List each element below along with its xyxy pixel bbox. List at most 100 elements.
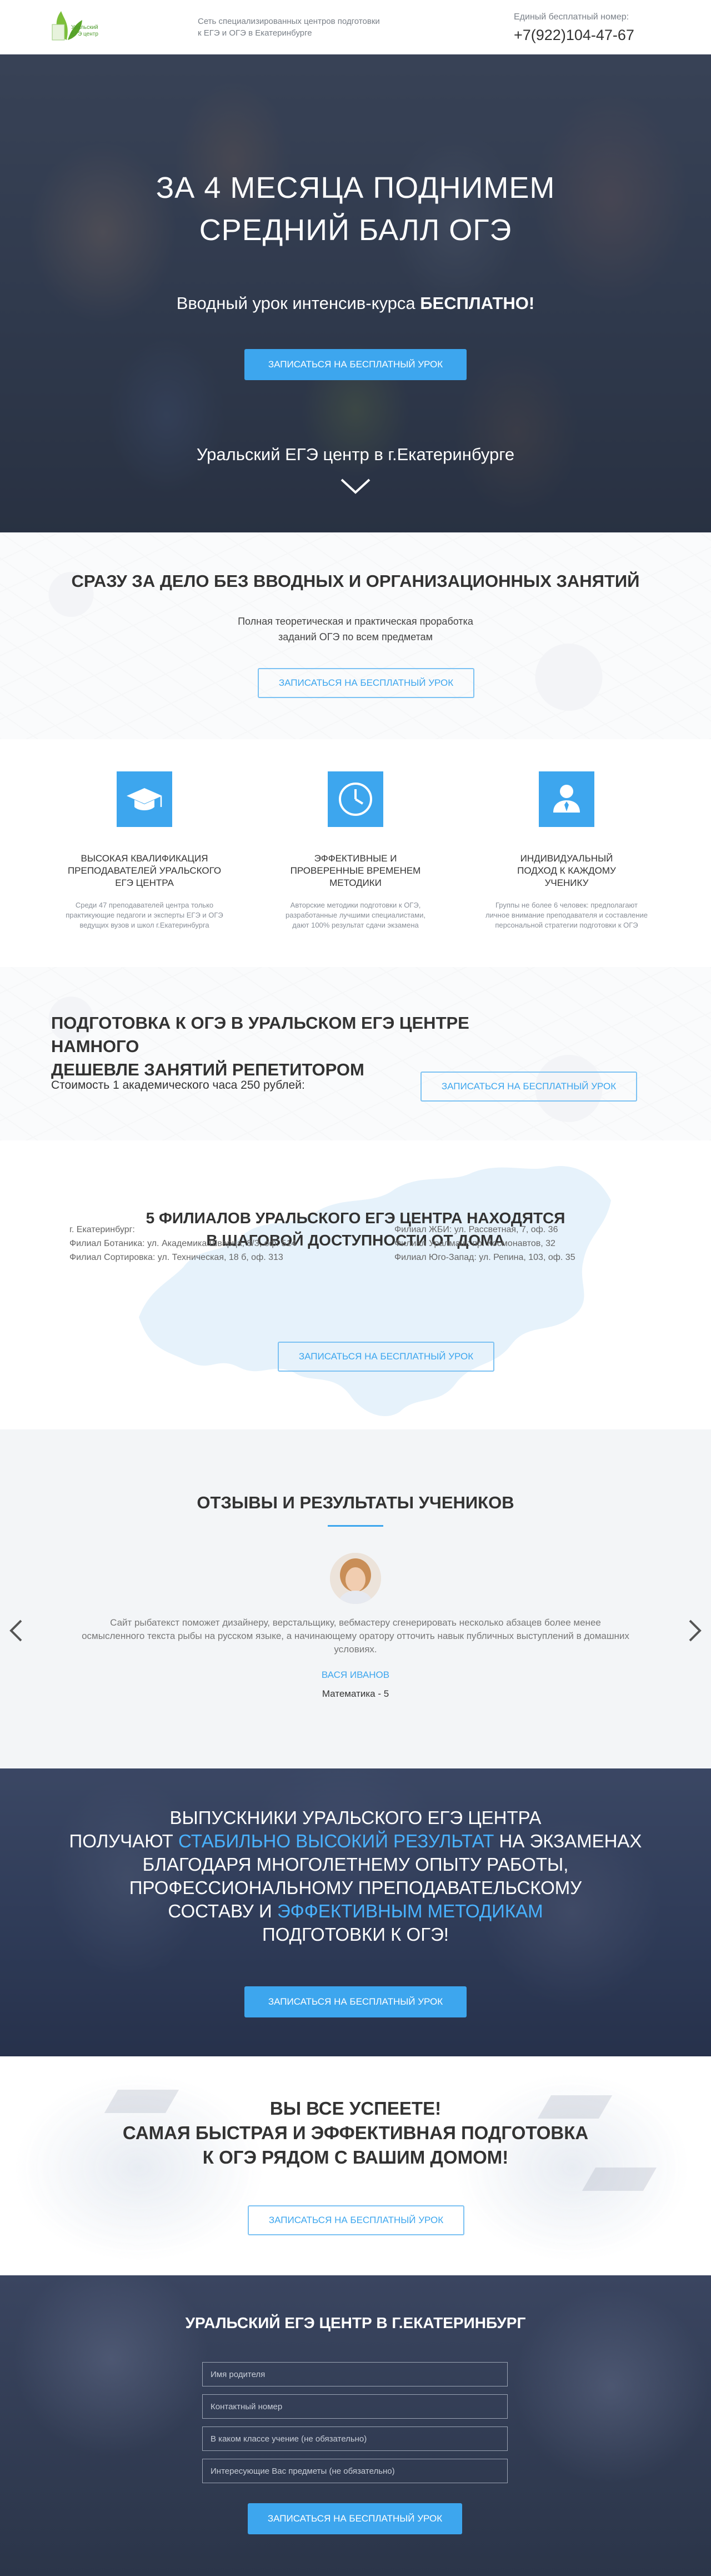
feature-text-line: ведущих вузов и школ г.Екатеринбурга xyxy=(79,921,209,929)
feature-title-line: Высокая квалификация xyxy=(81,853,208,864)
branch-item: Филиал Уралмаш: пр. Космонавтов, 32 xyxy=(394,1239,555,1248)
parent-name-field[interactable] xyxy=(202,2362,508,2386)
features-section: Высокая квалификация преподавателей Урал… xyxy=(0,739,711,967)
avatar-photo xyxy=(330,1553,381,1604)
feature-title-line: методики xyxy=(329,878,382,888)
signup-button[interactable]: Записаться на бесплатный урок xyxy=(420,1072,637,1102)
section-text-line: заданий ОГЭ по всем предметам xyxy=(278,631,433,642)
feature-text-line: личное внимание преподавателя и составле… xyxy=(485,911,648,919)
feature-methods: Эффективные и проверенные временем метод… xyxy=(267,771,444,930)
feature-title: Эффективные и проверенные временем метод… xyxy=(267,853,444,889)
chevron-down-icon[interactable] xyxy=(340,478,371,495)
section-title: СРАЗУ ЗА ДЕЛО БЕЗ ВВОДНЫХ И ОРГАНИЗАЦИОН… xyxy=(71,571,640,591)
feature-title-line: ЕГЭ центра xyxy=(115,878,174,888)
feature-text-line: персональной стратегии подготовки к ОГЭ xyxy=(495,921,638,929)
graduates-text: ВЫПУСКНИКИ УРАЛЬСКОГО ЕГЭ ЦЕНТРА ПОЛУЧАЮ… xyxy=(0,1806,711,1946)
chevron-left-icon[interactable] xyxy=(8,1618,24,1643)
feature-title: Высокая квалификация преподавателей Урал… xyxy=(56,853,233,889)
hero-subtitle: Вводный урок интенсив-курса БЕСПЛАТНО! xyxy=(0,293,711,313)
tagline-line: к ЕГЭ и ОГЭ в Екатеринбурге xyxy=(198,28,312,38)
signup-button[interactable]: Записаться на бесплатный урок xyxy=(258,668,474,698)
subjects-field[interactable] xyxy=(202,2459,508,2483)
graduates-text-plain: НА ЭКЗАМЕНАХ xyxy=(494,1831,642,1851)
reviewer-result: Математика - 5 xyxy=(322,1688,389,1699)
feature-text-line: Группы не более 6 человек: предполагают xyxy=(495,901,638,909)
hero-title-line: ЗА 4 МЕСЯЦА ПОДНИМЕМ xyxy=(156,171,555,205)
avatar xyxy=(330,1553,381,1604)
section-title-line: ПОДГОТОВКА К ОГЭ В УРАЛЬСКОМ ЕГЭ ЦЕНТРЕ … xyxy=(51,1013,469,1056)
cta-title-line: К ОГЭ РЯДОМ С ВАШИМ ДОМОМ! xyxy=(202,2147,509,2168)
logo[interactable]: Уральский ЕГЭ центр xyxy=(43,6,116,49)
feature-qualification: Высокая квалификация преподавателей Урал… xyxy=(56,771,233,930)
graduates-section: ВЫПУСКНИКИ УРАЛЬСКОГО ЕГЭ ЦЕНТРА ПОЛУЧАЮ… xyxy=(0,1768,711,2056)
class-field[interactable] xyxy=(202,2426,508,2451)
hero-city: Уральский ЕГЭ центр в г.Екатеринбурге xyxy=(196,445,515,464)
chevron-right-icon[interactable] xyxy=(687,1618,703,1643)
title-underline xyxy=(328,1525,383,1527)
graduates-text-plain: ПОЛУЧАЮТ xyxy=(69,1831,178,1851)
site-header: Уральский ЕГЭ центр Сеть специализирован… xyxy=(0,0,711,54)
feature-text-line: практикующие педагоги и эксперты ЕГЭ и О… xyxy=(66,911,223,919)
review-text-line: Сайт рыбатекст поможет дизайнеру, верста… xyxy=(110,1617,601,1628)
feature-title-line: Индивидуальный xyxy=(520,853,613,864)
logo-text-line: ЕГЭ центр xyxy=(71,31,98,37)
tagline-line: Сеть специализированных центров подготов… xyxy=(198,17,380,26)
hero-subtitle-text: Вводный урок интенсив-курса xyxy=(176,293,420,313)
feature-title-line: проверенные временем xyxy=(290,865,421,876)
hero-subtitle-strong: БЕСПЛАТНО! xyxy=(420,293,535,313)
graduates-line: СОСТАВУ И ЭФФЕКТИВНЫМ МЕТОДИКАМ xyxy=(0,1900,711,1923)
feature-text: Авторские методики подготовки к ОГЭ, раз… xyxy=(267,900,444,930)
graduates-line: БЛАГОДАРЯ МНОГОЛЕТНЕМУ ОПЫТУ РАБОТЫ, xyxy=(142,1854,569,1875)
cta-section: ВЫ ВСЕ УСПЕЕТЕ! САМАЯ БЫСТРАЯ И ЭФФЕКТИВ… xyxy=(0,2056,711,2275)
feature-individual: Индивидуальный подход к каждому ученику … xyxy=(478,771,655,930)
feature-text-line: Среди 47 преподавателей центра только xyxy=(75,901,214,909)
graduation-cap-icon xyxy=(127,788,162,810)
signup-button[interactable]: Записаться на бесплатный урок xyxy=(278,1342,494,1372)
section-text-line: Полная теоретическая и практическая прор… xyxy=(238,616,473,627)
form-title: УРАЛЬСКИЙ ЕГЭ ЦЕНТР В Г.ЕКАТЕРИНБУРГ xyxy=(185,2314,526,2331)
branch-list-left: г. Екатеринбург: Филиал Ботаника: ул. Ак… xyxy=(69,1223,296,1264)
russia-map-icon xyxy=(139,1166,611,1417)
submit-button[interactable]: Записаться на бесплатный урок xyxy=(248,2503,462,2534)
signup-button[interactable]: Записаться на бесплатный урок xyxy=(244,1986,467,2017)
branch-item: г. Екатеринбург: xyxy=(69,1225,135,1234)
branch-item: Филиал ЖБИ: ул. Рассветная, 7, оф. 36 xyxy=(394,1225,558,1234)
clock-icon xyxy=(339,783,372,816)
feature-text-line: дают 100% результат сдачи экзамена xyxy=(292,921,419,929)
feature-text: Группы не более 6 человек: предполагают … xyxy=(478,900,655,930)
direct-section: СРАЗУ ЗА ДЕЛО БЕЗ ВВОДНЫХ И ОРГАНИЗАЦИОН… xyxy=(0,532,711,739)
reviewer-name: ВАСЯ ИВАНОВ xyxy=(321,1670,390,1680)
feature-icon-box xyxy=(117,771,172,827)
graduates-text-plain: СОСТАВУ И xyxy=(168,1901,277,1921)
price-text: Стоимость 1 академического часа 250 рубл… xyxy=(51,1079,305,1092)
phone-number[interactable]: +7(922)104-47-67 xyxy=(514,27,634,44)
signup-button[interactable]: Записаться на бесплатный урок xyxy=(248,2205,464,2235)
logo-text: Уральский ЕГЭ центр xyxy=(71,24,98,38)
hero-title-line: СРЕДНИЙ БАЛЛ ОГЭ xyxy=(199,213,512,247)
graduates-line: ПРОФЕССИОНАЛЬНОМУ ПРЕПОДАВАТЕЛЬСКОМУ xyxy=(129,1877,582,1898)
branch-item: Филиал Юго-Запад: ул. Репина, 103, оф. 3… xyxy=(394,1253,575,1262)
branch-item: Филиал Ботаника: ул. Академика Шварца, 8… xyxy=(69,1239,297,1248)
review-text: Сайт рыбатекст поможет дизайнеру, верста… xyxy=(40,1616,671,1656)
phone-label: Единый бесплатный номер: xyxy=(514,12,629,22)
feature-title-line: подход к каждому xyxy=(517,865,616,876)
graduates-line: ПОДГОТОВКИ К ОГЭ! xyxy=(262,1924,449,1945)
feature-title: Индивидуальный подход к каждому ученику xyxy=(478,853,655,889)
price-section: ПОДГОТОВКА К ОГЭ В УРАЛЬСКОМ ЕГЭ ЦЕНТРЕ … xyxy=(0,967,711,1140)
branch-item: Филиал Сортировка: ул. Техническая, 18 б… xyxy=(69,1253,283,1262)
person-icon xyxy=(553,785,580,813)
graduates-text-accent: ЭФФЕКТИВНЫМ МЕТОДИКАМ xyxy=(277,1901,543,1921)
section-title: ОТЗЫВЫ И РЕЗУЛЬТАТЫ УЧЕНИКОВ xyxy=(197,1493,514,1512)
header-tagline: Сеть специализированных центров подготов… xyxy=(198,16,380,39)
feature-icon-box xyxy=(539,771,594,827)
feature-text: Среди 47 преподавателей центра только пр… xyxy=(56,900,233,930)
cta-title-line: САМАЯ БЫСТРАЯ И ЭФФЕКТИВНАЯ ПОДГОТОВКА xyxy=(122,2122,589,2143)
section-text: Полная теоретическая и практическая прор… xyxy=(217,614,494,645)
hero-section: ЗА 4 МЕСЯЦА ПОДНИМЕМ СРЕДНИЙ БАЛЛ ОГЭ Вв… xyxy=(0,54,711,532)
reviews-section: ОТЗЫВЫ И РЕЗУЛЬТАТЫ УЧЕНИКОВ Сайт рыбате… xyxy=(0,1429,711,1768)
branch-list-right: Филиал ЖБИ: ул. Рассветная, 7, оф. 36 Фи… xyxy=(394,1223,575,1264)
feature-text-line: Авторские методики подготовки к ОГЭ, xyxy=(290,901,421,909)
phone-field[interactable] xyxy=(202,2394,508,2419)
review-text-line: осмысленного текста рыбы на русском язык… xyxy=(82,1631,629,1641)
signup-button[interactable]: Записаться на бесплатный урок xyxy=(244,349,467,380)
